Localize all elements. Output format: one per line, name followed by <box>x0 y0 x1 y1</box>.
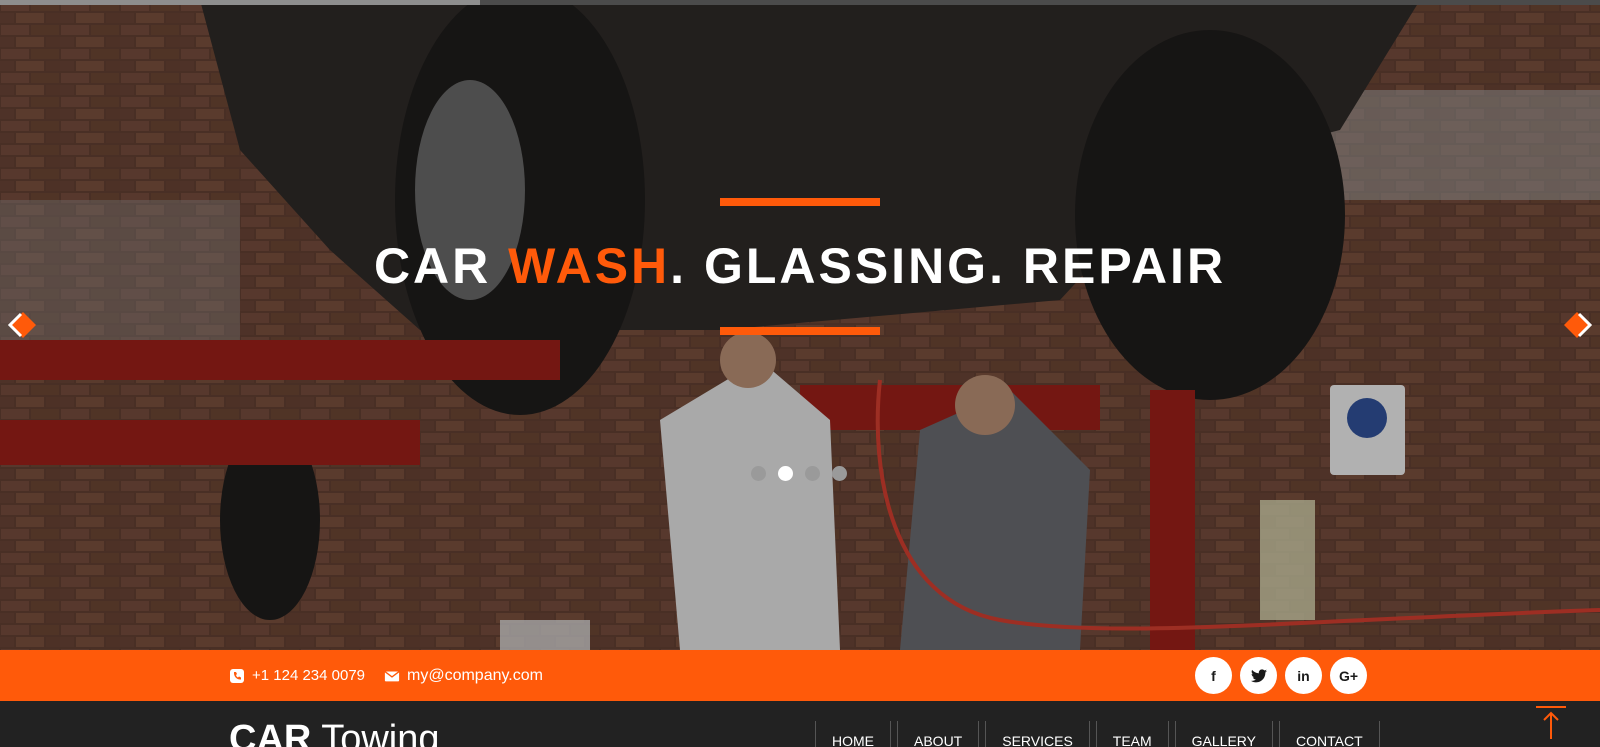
logo-bold: CAR <box>229 718 312 747</box>
title-divider-bottom <box>720 327 880 335</box>
chevron-left-icon <box>7 312 36 338</box>
chevron-right-icon <box>1564 312 1593 338</box>
hero-content: CAR WASH. GLASSING. REPAIR <box>0 0 1600 650</box>
nav-item-about[interactable]: ABOUT <box>897 721 980 747</box>
nav-item-team[interactable]: TEAM <box>1095 721 1169 747</box>
prev-slide-button[interactable] <box>7 310 38 340</box>
linkedin-icon: in <box>1297 667 1310 684</box>
main-header: CAR Towing HOME ABOUT SERVICES TEAM GALL… <box>0 701 1600 747</box>
envelope-icon <box>384 668 400 684</box>
nav-item-contact[interactable]: CONTACT <box>1279 721 1380 747</box>
site-logo[interactable]: CAR Towing <box>229 719 440 747</box>
nav-item-home[interactable]: HOME <box>815 721 891 747</box>
next-slide-button[interactable] <box>1562 310 1593 340</box>
linkedin-button[interactable]: in <box>1285 657 1322 694</box>
slide-dot-3[interactable] <box>805 466 820 481</box>
slide-dot-4[interactable] <box>832 466 847 481</box>
slide-pagination <box>751 466 847 481</box>
facebook-icon: f <box>1211 667 1216 684</box>
facebook-button[interactable]: f <box>1195 657 1232 694</box>
social-links: f in G+ <box>1195 657 1367 694</box>
hero-title-accent: WASH <box>508 238 671 294</box>
hero-title-part-2: . GLASSING. REPAIR <box>670 238 1227 294</box>
arrow-up-icon <box>1536 706 1566 739</box>
slide-dot-1[interactable] <box>751 466 766 481</box>
phone-contact[interactable]: +1 124 234 0079 <box>229 650 365 701</box>
logo-light: Towing <box>311 718 440 747</box>
twitter-button[interactable] <box>1240 657 1277 694</box>
slide-dot-2[interactable] <box>778 466 793 481</box>
google-plus-icon: G+ <box>1338 667 1359 684</box>
nav-item-gallery[interactable]: GALLERY <box>1174 721 1274 747</box>
email-address: my@company.com <box>407 666 543 684</box>
phone-icon <box>229 668 245 684</box>
hero-slider: CAR WASH. GLASSING. REPAIR <box>0 0 1600 650</box>
back-to-top-button[interactable] <box>1536 705 1566 741</box>
google-plus-button[interactable]: G+ <box>1330 657 1367 694</box>
main-menu: HOME ABOUT SERVICES TEAM GALLERY CONTACT <box>815 721 1386 747</box>
email-contact[interactable]: my@company.com <box>384 650 543 701</box>
nav-item-services[interactable]: SERVICES <box>985 721 1090 747</box>
hero-title-part-1: CAR <box>373 238 509 294</box>
title-divider-top <box>720 198 880 206</box>
phone-number: +1 124 234 0079 <box>252 667 366 684</box>
hero-title: CAR WASH. GLASSING. REPAIR <box>0 236 1600 296</box>
twitter-icon <box>1250 668 1267 682</box>
